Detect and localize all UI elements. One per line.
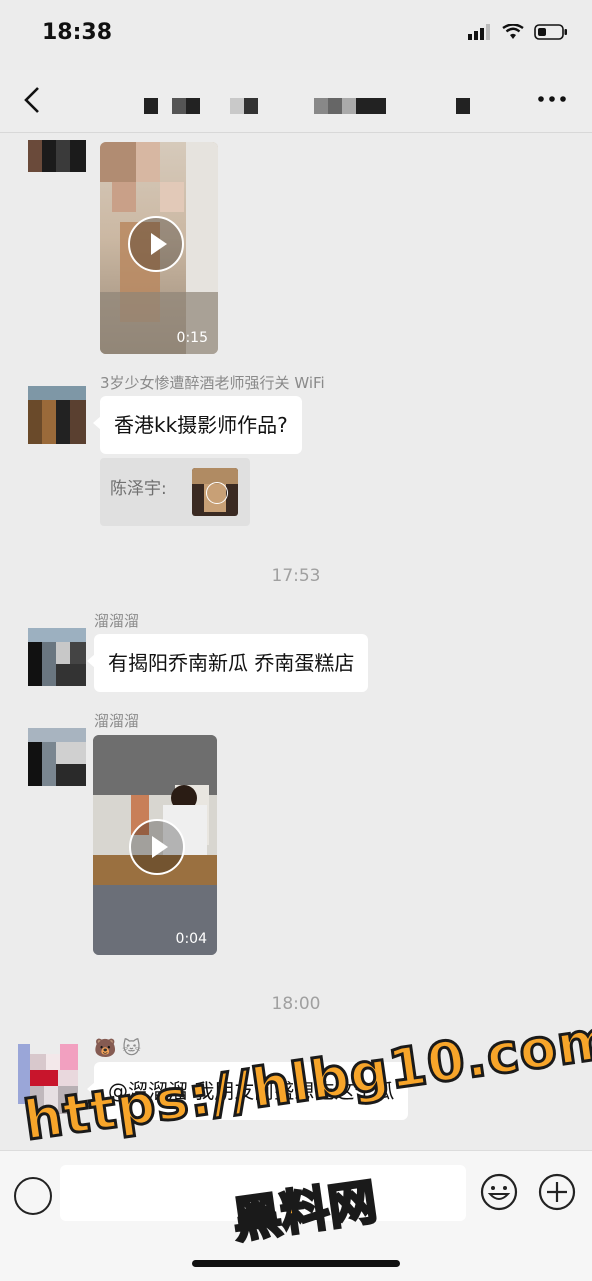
more-icon[interactable] [536, 86, 568, 112]
wifi-icon [502, 24, 524, 39]
sender-name: 溜溜溜 [94, 712, 140, 730]
quoted-sender: 陈泽宇: [110, 479, 167, 499]
avatar[interactable] [28, 140, 86, 172]
status-icons [468, 24, 568, 40]
plus-icon[interactable] [538, 1173, 576, 1211]
chat-title-redacted [140, 98, 480, 114]
voice-icon[interactable] [14, 1177, 52, 1215]
quoted-video-thumbnail [192, 468, 238, 516]
avatar[interactable] [28, 628, 86, 686]
video-duration: 0:15 [176, 330, 208, 346]
play-icon[interactable] [129, 819, 185, 875]
home-indicator [192, 1260, 400, 1267]
quoted-message[interactable]: 陈泽宇: [100, 458, 250, 526]
watermark-url: https://hlbg10.com [19, 1006, 592, 1154]
sender-name: 溜溜溜 [94, 612, 140, 630]
play-icon[interactable] [128, 216, 184, 272]
time-separator: 17:53 [271, 566, 321, 586]
chat-header [0, 70, 592, 133]
message-bubble[interactable]: 有揭阳乔南新瓜 乔南蛋糕店 [86, 634, 369, 692]
status-bar: 18:38 [0, 0, 592, 70]
signal-icon [468, 24, 490, 40]
avatar[interactable] [28, 728, 86, 786]
back-arrow-icon[interactable] [18, 84, 48, 116]
emoji-icon[interactable] [480, 1173, 518, 1211]
message-caption: 3岁少女惨遭醉酒老师强行关 WiFi [100, 374, 325, 392]
video-duration: 0:04 [175, 931, 207, 947]
message-bubble[interactable]: 香港kk摄影师作品? [93, 396, 302, 454]
battery-icon [534, 24, 567, 40]
status-time: 18:38 [42, 20, 113, 45]
sender-name: 🐻 🐱 [94, 1038, 141, 1059]
time-separator: 18:00 [271, 994, 321, 1014]
video-message[interactable]: 0:04 [93, 735, 217, 955]
avatar[interactable] [28, 386, 86, 444]
video-message[interactable]: 0:15 [100, 142, 218, 354]
